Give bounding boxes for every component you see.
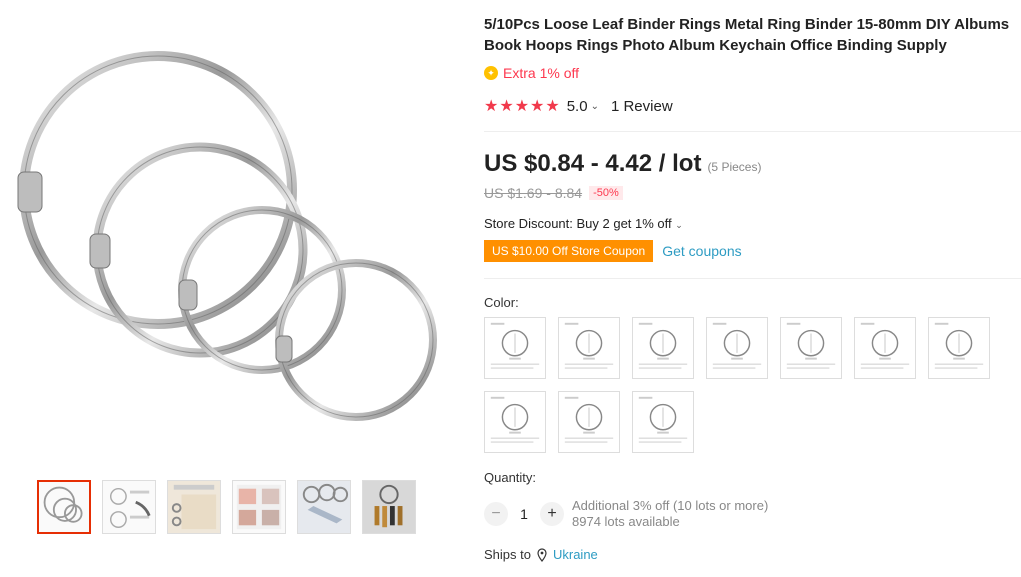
color-swatch[interactable] [484, 391, 546, 453]
product-title: 5/10Pcs Loose Leaf Binder Rings Metal Ri… [484, 16, 1010, 54]
color-swatch[interactable] [558, 317, 620, 379]
location-pin-icon [537, 547, 547, 562]
get-coupons-link[interactable]: Get coupons [662, 243, 741, 259]
product-info: 5/10Pcs Loose Leaf Binder Rings Metal Ri… [484, 14, 1014, 116]
color-label: Color: [484, 295, 519, 310]
thumbnail-6[interactable] [362, 480, 416, 534]
reviews-link[interactable]: 1 Review [611, 98, 673, 115]
quantity-increase-button[interactable]: + [540, 502, 564, 526]
ships-to-row: Ships to Ukraine [484, 547, 598, 562]
divider [484, 131, 1021, 132]
thumbnail-1[interactable] [37, 480, 91, 534]
price-row: US $0.84 - 4.42 / lot (5 Pieces) [484, 150, 761, 178]
ship-country-link[interactable]: Ukraine [553, 547, 598, 562]
thumbnail-2[interactable] [102, 480, 156, 534]
quantity-value[interactable]: 1 [508, 506, 540, 522]
rating-row: ★★★★★ 5.0 ⌄ 1 Review [484, 96, 1014, 116]
color-swatch[interactable] [706, 317, 768, 379]
store-discount-text[interactable]: Store Discount: Buy 2 get 1% off [484, 216, 672, 231]
original-price: US $1.69 - 8.84 [484, 185, 583, 201]
rating-score[interactable]: 5.0 [567, 98, 588, 115]
main-product-image[interactable] [0, 0, 460, 470]
thumbnail-5[interactable] [297, 480, 351, 534]
coupon-row: US $10.00 Off Store Coupon Get coupons [484, 240, 742, 262]
color-swatch[interactable] [558, 391, 620, 453]
discount-badge: -50% [589, 186, 623, 200]
color-swatch[interactable] [632, 317, 694, 379]
rating-stars-icon: ★★★★★ [484, 98, 561, 115]
quantity-label: Quantity: [484, 470, 537, 485]
color-swatch[interactable] [632, 391, 694, 453]
extra-discount: ✦ Extra 1% off [484, 65, 1014, 81]
bulk-discount-text: Additional 3% off (10 lots or more) [572, 498, 769, 513]
store-coupon: US $10.00 Off Store Coupon [484, 240, 658, 262]
extra-discount-text: Extra 1% off [503, 65, 580, 81]
color-swatches [484, 317, 1004, 453]
color-swatch[interactable] [928, 317, 990, 379]
quantity-stepper: − 1 + Additional 3% off (10 lots or more… [484, 498, 768, 530]
availability-text: 8974 lots available [572, 514, 680, 529]
thumbnail-4[interactable] [232, 480, 286, 534]
thumbnail-3[interactable] [167, 480, 221, 534]
divider [484, 278, 1021, 279]
color-swatch[interactable] [484, 317, 546, 379]
quantity-decrease-button[interactable]: − [484, 502, 508, 526]
chevron-down-icon[interactable]: ⌄ [675, 220, 683, 230]
coin-icon: ✦ [484, 66, 498, 80]
color-swatch[interactable] [780, 317, 842, 379]
quantity-note: Additional 3% off (10 lots or more) 8974… [572, 498, 768, 530]
pieces-count: (5 Pieces) [707, 160, 762, 174]
ships-to-label: Ships to [484, 547, 531, 562]
store-discount[interactable]: Store Discount: Buy 2 get 1% off ⌄ [484, 216, 683, 231]
product-price: US $0.84 - 4.42 / lot [484, 150, 702, 177]
thumbnail-strip [37, 480, 416, 534]
original-price-row: US $1.69 - 8.84 -50% [484, 185, 623, 201]
chevron-down-icon[interactable]: ⌄ [591, 101, 599, 112]
color-swatch[interactable] [854, 317, 916, 379]
